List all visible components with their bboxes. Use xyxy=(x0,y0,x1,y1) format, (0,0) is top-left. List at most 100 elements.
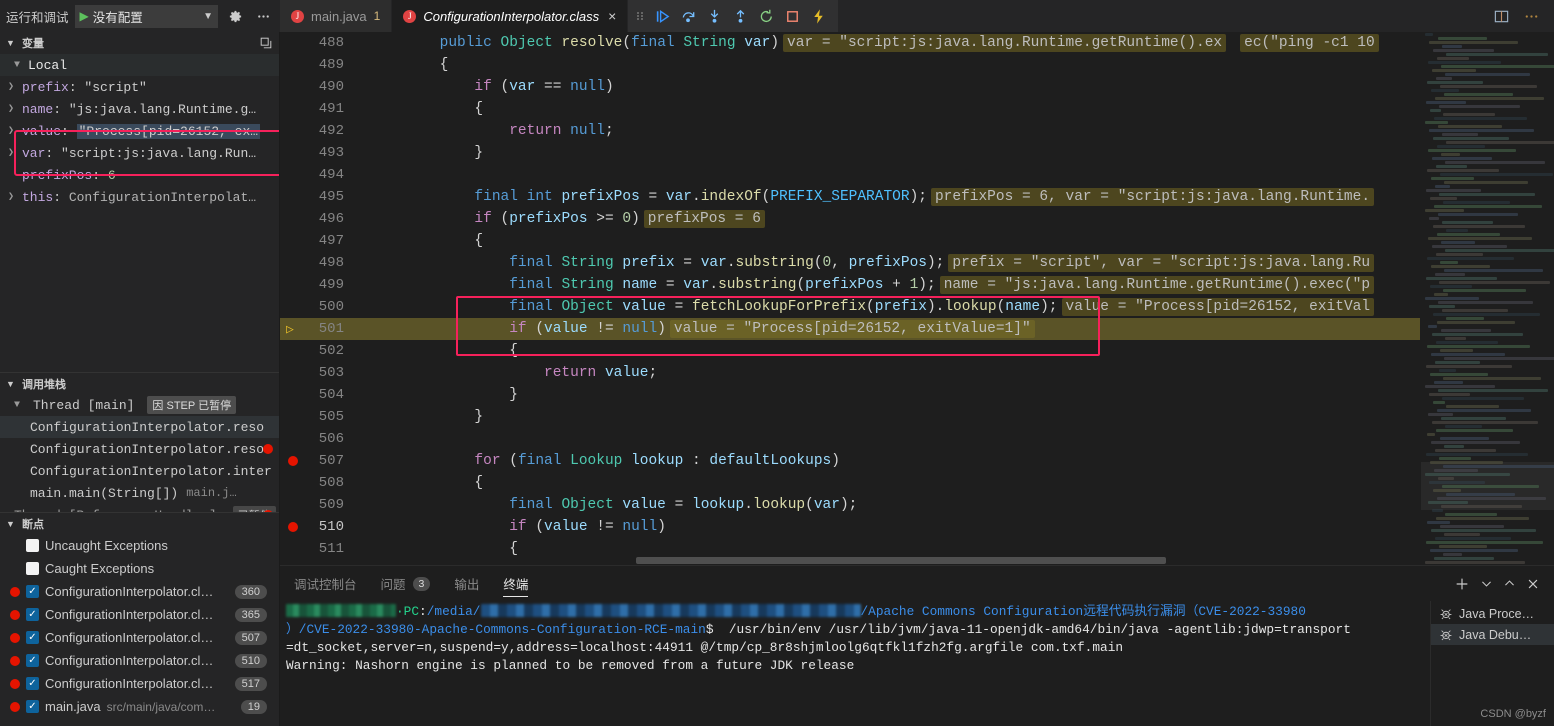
callstack-frame[interactable]: ConfigurationInterpolator.reso xyxy=(0,416,279,438)
restart-button[interactable] xyxy=(754,4,778,28)
breakpoint-dot-icon[interactable] xyxy=(288,456,298,466)
breakpoint-item[interactable]: ✓ ConfigurationInterpolator.cl… 510 xyxy=(0,649,279,672)
breakpoint-item[interactable]: ✓ ConfigurationInterpolator.cl… 517 xyxy=(0,672,279,695)
grip-handle[interactable] xyxy=(636,8,644,24)
code-line[interactable]: 505 } xyxy=(280,406,1420,428)
line-gutter[interactable]: 498 xyxy=(280,255,356,271)
line-gutter[interactable]: 493 xyxy=(280,145,356,161)
play-icon[interactable]: ▶ xyxy=(80,10,89,22)
step-out-button[interactable] xyxy=(728,4,752,28)
inline-debug-value[interactable]: prefix = "script", var = "script:js:java… xyxy=(948,254,1375,272)
code-line[interactable]: 488 public Object resolve(final String v… xyxy=(280,32,1420,54)
line-gutter[interactable]: 499 xyxy=(280,277,356,293)
line-gutter[interactable]: 488 xyxy=(280,35,356,51)
line-gutter[interactable]: 503 xyxy=(280,365,356,381)
editor-horizontal-scrollbar[interactable] xyxy=(636,555,1280,565)
step-into-button[interactable] xyxy=(702,4,726,28)
inline-debug-value[interactable]: var = "script:js:java.lang.Runtime.getRu… xyxy=(783,34,1227,52)
breakpoint-dot-icon[interactable] xyxy=(288,522,298,532)
callstack-frame[interactable]: main.main(String[]) main.j… xyxy=(0,482,279,504)
inline-debug-value[interactable]: name = "js:java.lang.Runtime.getRuntime(… xyxy=(939,276,1375,294)
chevron-right-icon[interactable]: ❯ xyxy=(8,103,22,115)
split-editor-icon[interactable] xyxy=(1490,5,1512,27)
breakpoint-item[interactable]: ✓ ConfigurationInterpolator.cl… 365 xyxy=(0,603,279,626)
hot-reload-button[interactable] xyxy=(806,4,830,28)
callstack-frame[interactable]: ConfigurationInterpolator.inter xyxy=(0,460,279,482)
breakpoint-item[interactable]: ✓ ConfigurationInterpolator.cl… 507 xyxy=(0,626,279,649)
ellipsis-icon[interactable] xyxy=(252,5,274,27)
checkbox-checked-icon[interactable]: ✓ xyxy=(26,608,39,621)
chevron-right-icon[interactable]: ❯ xyxy=(8,125,22,137)
line-gutter[interactable]: ▷ 501 xyxy=(280,321,356,337)
line-gutter[interactable]: 500 xyxy=(280,299,356,315)
tab-terminal[interactable]: 终端 xyxy=(503,566,529,601)
variable-row-value[interactable]: ❯ value: "Process[pid=26152, ex… xyxy=(0,120,279,142)
copy-all-icon[interactable] xyxy=(259,36,273,50)
code-line[interactable]: ▷ 501 if (value != null) value = "Process[… xyxy=(280,318,1420,340)
chevron-up-icon[interactable] xyxy=(1503,577,1516,590)
tab-problems[interactable]: 问题 3 xyxy=(381,566,431,601)
line-gutter[interactable]: 496 xyxy=(280,211,356,227)
line-gutter[interactable]: 507 xyxy=(280,453,356,469)
scrollbar-thumb[interactable] xyxy=(636,557,1166,564)
editor-minimap[interactable] xyxy=(1420,32,1554,565)
step-over-button[interactable] xyxy=(676,4,700,28)
code-viewport[interactable]: 488 public Object resolve(final String v… xyxy=(280,32,1420,565)
variable-row-prefixpos[interactable]: prefixPos: 6 xyxy=(0,164,279,186)
code-line[interactable]: 496 if (prefixPos >= 0) prefixPos = 6 xyxy=(280,208,1420,230)
code-line[interactable]: 491 { xyxy=(280,98,1420,120)
code-line[interactable]: 497 { xyxy=(280,230,1420,252)
inline-debug-value[interactable]: prefixPos = 6, var = "script:js:java.lan… xyxy=(930,188,1375,206)
line-gutter[interactable]: 497 xyxy=(280,233,356,249)
checkbox-checked-icon[interactable]: ✓ xyxy=(26,700,39,713)
line-gutter[interactable]: 506 xyxy=(280,431,356,447)
close-icon[interactable] xyxy=(1526,577,1540,591)
continue-button[interactable] xyxy=(650,4,674,28)
line-gutter[interactable]: 490 xyxy=(280,79,356,95)
code-line[interactable]: 489 { xyxy=(280,54,1420,76)
chevron-right-icon[interactable]: ❯ xyxy=(8,81,22,93)
chevron-down-icon[interactable]: ▼ xyxy=(6,38,18,48)
code-line[interactable]: 504 } xyxy=(280,384,1420,406)
close-icon[interactable]: × xyxy=(608,8,616,24)
line-gutter[interactable]: 491 xyxy=(280,101,356,117)
line-gutter[interactable]: 495 xyxy=(280,189,356,205)
code-line[interactable]: 507 for (final Lookup lookup : defaultLo… xyxy=(280,450,1420,472)
line-gutter[interactable]: 494 xyxy=(280,167,356,183)
callstack-frame[interactable]: ConfigurationInterpolator.reso xyxy=(0,438,279,460)
code-line[interactable]: 508 { xyxy=(280,472,1420,494)
checkbox-unchecked-icon[interactable]: ✓ xyxy=(26,539,39,552)
chevron-down-icon[interactable]: ▼ xyxy=(14,60,28,71)
code-line[interactable]: 498 final String prefix = var.substring(… xyxy=(280,252,1420,274)
variable-scope-local[interactable]: ▼ Local xyxy=(0,54,279,76)
variable-row-var[interactable]: ❯ var: "script:js:java.lang.Run… xyxy=(0,142,279,164)
terminal-list-item-java-debug[interactable]: Java Debu… xyxy=(1431,624,1554,645)
variables-section-header[interactable]: ▼ 变量 xyxy=(0,32,279,54)
callstack-thread-reference-handler[interactable]: Thread [Reference Handler] 已暂停 xyxy=(0,504,279,512)
inline-debug-value[interactable]: prefixPos = 6 xyxy=(643,210,765,228)
line-gutter[interactable]: 509 xyxy=(280,497,356,513)
code-line[interactable]: 494 xyxy=(280,164,1420,186)
code-line[interactable]: 495 final int prefixPos = var.indexOf(PR… xyxy=(280,186,1420,208)
code-line[interactable]: 492 return null; xyxy=(280,120,1420,142)
tab-output[interactable]: 输出 xyxy=(454,566,479,601)
code-editor[interactable]: 488 public Object resolve(final String v… xyxy=(280,32,1554,565)
terminal-list-item-java-process[interactable]: Java Proce… xyxy=(1431,603,1554,624)
breakpoint-item[interactable]: ✓ ConfigurationInterpolator.cl… 360 xyxy=(0,580,279,603)
inline-debug-value[interactable]: value = "Process[pid=26152, exitVal xyxy=(1061,298,1375,316)
checkbox-checked-icon[interactable]: ✓ xyxy=(26,677,39,690)
terminal-output[interactable]: ·PC:/media/ /Apache Commons Configuration… xyxy=(280,601,1430,726)
line-gutter[interactable]: 508 xyxy=(280,475,356,491)
checkbox-checked-icon[interactable]: ✓ xyxy=(26,585,39,598)
ellipsis-icon[interactable] xyxy=(1520,5,1542,27)
callstack-thread-main[interactable]: ▼ Thread [main] 因 STEP 已暂停 xyxy=(0,394,279,416)
breakpoint-uncaught-exceptions[interactable]: ✓ Uncaught Exceptions xyxy=(0,534,279,557)
gear-icon[interactable] xyxy=(224,5,246,27)
code-line[interactable]: 490 if (var == null) xyxy=(280,76,1420,98)
chevron-down-icon[interactable]: ▼ xyxy=(6,519,18,529)
line-gutter[interactable]: 492 xyxy=(280,123,356,139)
checkbox-checked-icon[interactable]: ✓ xyxy=(26,631,39,644)
line-gutter[interactable]: 504 xyxy=(280,387,356,403)
code-line[interactable]: 506 xyxy=(280,428,1420,450)
checkbox-checked-icon[interactable]: ✓ xyxy=(26,654,39,667)
